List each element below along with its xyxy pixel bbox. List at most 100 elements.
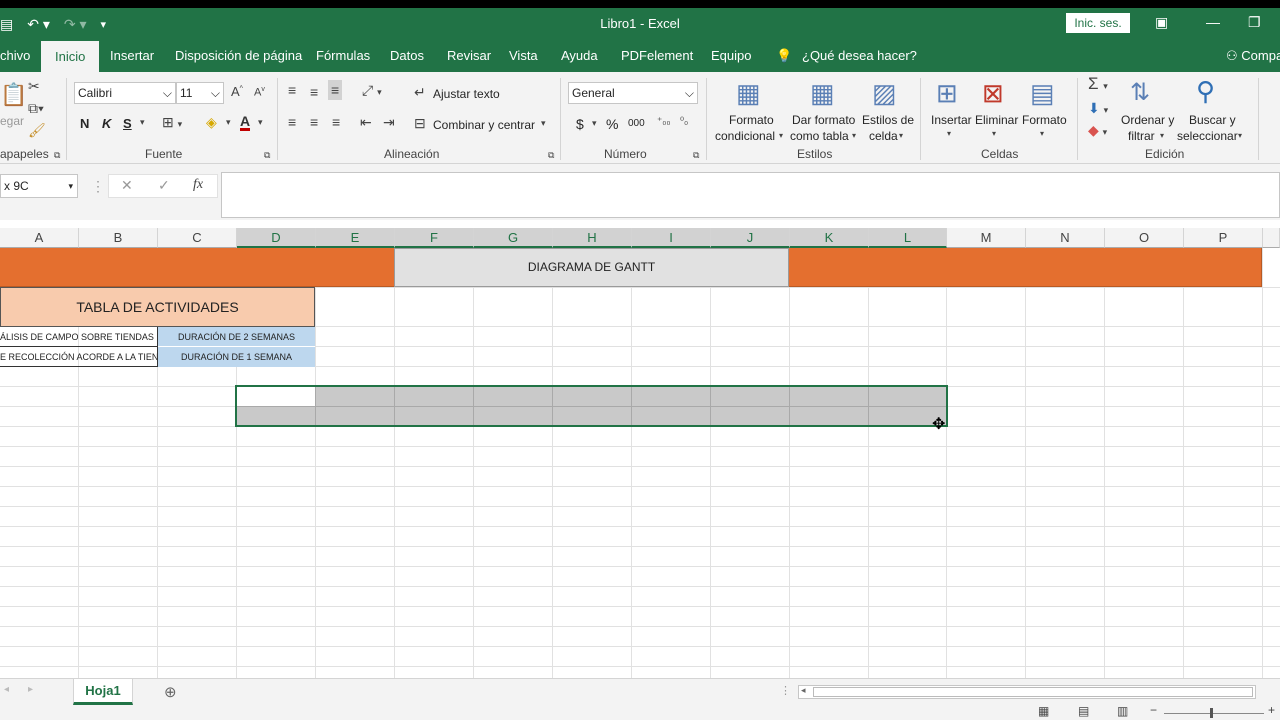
- italic-button[interactable]: K: [102, 116, 111, 131]
- insert-cells-label[interactable]: Insertar: [931, 113, 972, 127]
- scrollbar-thumb[interactable]: [813, 687, 1253, 697]
- chevron-down-icon[interactable]: ▾: [947, 129, 951, 138]
- currency-dropdown-icon[interactable]: ▾: [592, 118, 597, 129]
- format-cells-label[interactable]: Formato: [1022, 113, 1067, 127]
- font-launcher-icon[interactable]: ⧉: [264, 150, 270, 161]
- insert-function-icon[interactable]: fx: [193, 177, 203, 193]
- font-color-dropdown-icon[interactable]: ▾: [258, 117, 263, 128]
- column-header-g[interactable]: G: [474, 228, 553, 248]
- restore-icon[interactable]: ❐: [1248, 14, 1261, 31]
- align-top-icon[interactable]: ≡: [288, 82, 296, 98]
- merge-dropdown-icon[interactable]: ▾: [541, 118, 546, 129]
- ribbon-display-icon[interactable]: ▣: [1155, 14, 1168, 31]
- scroll-left-icon[interactable]: ◂: [4, 684, 9, 695]
- align-center-icon[interactable]: ≡: [310, 114, 318, 130]
- cancel-icon[interactable]: ✕: [121, 177, 133, 194]
- font-color-icon[interactable]: A: [240, 114, 251, 131]
- name-box[interactable]: x 9C ▾: [0, 174, 78, 198]
- format-cells-icon[interactable]: ▤: [1030, 78, 1055, 109]
- column-header-f[interactable]: F: [395, 228, 474, 248]
- column-header-n[interactable]: N: [1026, 228, 1105, 248]
- cell-styles-icon[interactable]: ▨: [872, 78, 897, 109]
- number-launcher-icon[interactable]: ⧉: [693, 150, 699, 161]
- delete-cells-icon[interactable]: ⊠: [982, 78, 1004, 109]
- chevron-down-icon[interactable]: ▾: [1040, 129, 1044, 138]
- zoom-slider-handle[interactable]: [1210, 708, 1213, 718]
- alignment-launcher-icon[interactable]: ⧉: [548, 150, 554, 161]
- thousands-button[interactable]: 000: [628, 118, 645, 129]
- column-header-l[interactable]: L: [869, 228, 947, 248]
- percent-button[interactable]: %: [606, 116, 618, 132]
- decrease-indent-icon[interactable]: ⇤: [360, 114, 372, 131]
- tab-file[interactable]: chivo: [0, 40, 30, 72]
- splitter-icon[interactable]: ⋮: [780, 684, 791, 697]
- orange-header-right[interactable]: [789, 248, 1262, 287]
- fill-icon[interactable]: ⬇ ▾: [1088, 100, 1108, 117]
- number-format-select[interactable]: General ⌵: [568, 82, 698, 104]
- fill-color-dropdown-icon[interactable]: ▾: [226, 117, 231, 128]
- conditional-format-icon[interactable]: ▦: [736, 78, 761, 109]
- wrap-text-icon[interactable]: ↵: [414, 84, 426, 101]
- align-middle-icon[interactable]: ≡: [310, 84, 318, 100]
- share-button[interactable]: ⚇ Compa: [1226, 40, 1280, 72]
- find-select-icon[interactable]: ⚲: [1196, 76, 1215, 107]
- chevron-down-icon[interactable]: ▾: [899, 131, 903, 140]
- activity-cell-2[interactable]: E RECOLECCIÓN ACORDE A LA TIENDA: [0, 347, 158, 367]
- scroll-left-arrow-icon[interactable]: ◂: [801, 685, 806, 696]
- tab-insert[interactable]: Insertar: [110, 40, 154, 72]
- merge-center-button[interactable]: Combinar y centrar: [433, 118, 535, 132]
- tab-page-layout[interactable]: Disposición de página: [175, 40, 302, 72]
- format-as-table-label-1[interactable]: Dar formato: [792, 113, 855, 127]
- underline-dropdown-icon[interactable]: ▾: [140, 117, 145, 128]
- tab-review[interactable]: Revisar: [447, 40, 491, 72]
- currency-button[interactable]: $: [576, 116, 584, 132]
- add-sheet-icon[interactable]: ⊕: [164, 683, 177, 701]
- borders-icon[interactable]: ⊞ ▾: [162, 114, 182, 131]
- sort-filter-label-1[interactable]: Ordenar y: [1121, 113, 1174, 127]
- font-name-select[interactable]: Calibri ⌵: [74, 82, 176, 104]
- column-header-b[interactable]: B: [79, 228, 158, 248]
- format-painter-icon[interactable]: 🖌: [28, 122, 46, 139]
- tab-help[interactable]: Ayuda: [561, 40, 598, 72]
- column-header-m[interactable]: M: [947, 228, 1026, 248]
- format-as-table-icon[interactable]: ▦: [810, 78, 835, 109]
- duration-cell-1[interactable]: DURACIÓN DE 2 SEMANAS: [158, 327, 315, 347]
- sign-in-button[interactable]: Inic. ses.: [1066, 13, 1130, 33]
- column-header-h[interactable]: H: [553, 228, 632, 248]
- cut-icon[interactable]: ✂: [28, 78, 40, 95]
- column-header-p[interactable]: P: [1184, 228, 1263, 248]
- scroll-right-icon[interactable]: ▸: [28, 684, 33, 695]
- tab-data[interactable]: Datos: [390, 40, 424, 72]
- normal-view-icon[interactable]: ▦: [1038, 704, 1049, 718]
- tab-pdfelement[interactable]: PDFelement: [621, 40, 693, 72]
- chevron-down-icon[interactable]: ▾: [1238, 131, 1242, 140]
- decrease-decimal-icon[interactable]: ⁰₀: [680, 116, 688, 127]
- tab-formulas[interactable]: Fórmulas: [316, 40, 370, 72]
- underline-button[interactable]: S: [123, 116, 132, 131]
- chevron-down-icon[interactable]: ▾: [852, 131, 856, 140]
- page-break-view-icon[interactable]: ▥: [1117, 704, 1128, 718]
- column-header-j[interactable]: J: [711, 228, 790, 248]
- insert-cells-icon[interactable]: ⊞: [936, 78, 958, 109]
- increase-decimal-icon[interactable]: ⁺₀₀: [657, 116, 671, 127]
- worksheet-grid[interactable]: A B C D E F G H I J K L M N O P DIAGRAMA…: [0, 228, 1280, 678]
- column-header-o[interactable]: O: [1105, 228, 1184, 248]
- horizontal-scrollbar[interactable]: ◂: [798, 685, 1256, 699]
- duration-cell-2[interactable]: DURACIÓN DE 1 SEMANA: [158, 347, 315, 367]
- column-header-d[interactable]: D: [237, 228, 316, 248]
- wrap-text-button[interactable]: Ajustar texto: [433, 87, 500, 101]
- minimize-icon[interactable]: —: [1206, 14, 1220, 30]
- find-select-label-2[interactable]: seleccionar: [1177, 129, 1238, 143]
- orientation-icon[interactable]: ⤢ ▾: [362, 82, 382, 99]
- font-size-select[interactable]: 11 ⌵: [176, 82, 224, 104]
- activity-cell-1[interactable]: ÁLISIS DE CAMPO SOBRE TIENDAS DE ZA: [0, 327, 158, 347]
- delete-cells-label[interactable]: Eliminar: [975, 113, 1018, 127]
- increase-font-icon[interactable]: A^: [231, 84, 243, 99]
- page-layout-view-icon[interactable]: ▤: [1078, 704, 1089, 718]
- fill-color-icon[interactable]: ◈: [206, 114, 217, 131]
- column-header-e[interactable]: E: [316, 228, 395, 248]
- tab-home[interactable]: Inicio: [41, 41, 100, 73]
- increase-indent-icon[interactable]: ⇥: [383, 114, 395, 131]
- align-left-icon[interactable]: ≡: [288, 114, 296, 130]
- paste-icon[interactable]: 📋: [0, 82, 27, 108]
